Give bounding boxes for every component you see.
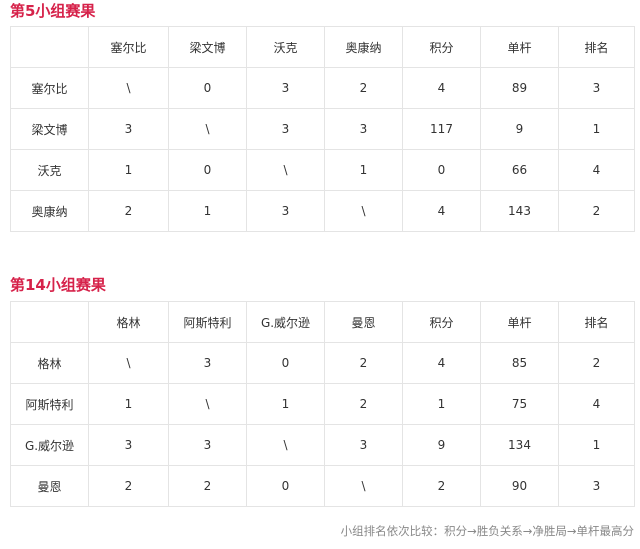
table-cell: 1: [324, 149, 403, 191]
table-cell: 3: [324, 108, 403, 150]
header-cell: 积分: [402, 26, 481, 68]
table-cell: 89: [480, 67, 559, 109]
table-row: 格林 \ 3 0 2 4 85 2: [10, 342, 635, 384]
header-cell: 单杆: [480, 301, 559, 343]
table-header-row: 格林 阿斯特利 G.威尔逊 曼恩 积分 单杆 排名: [10, 301, 635, 343]
table-cell: 0: [246, 465, 325, 507]
table-cell: 3: [168, 342, 247, 384]
table-cell: 90: [480, 465, 559, 507]
table-cell: 4: [402, 67, 481, 109]
header-cell: 排名: [558, 26, 635, 68]
table-cell: 3: [246, 67, 325, 109]
group-5-table: 塞尔比 梁文博 沃克 奥康纳 积分 单杆 排名 塞尔比 \ 0 3 2 4 89…: [10, 26, 635, 232]
table-cell: \: [246, 424, 325, 466]
table-cell: 4: [402, 190, 481, 232]
table-cell: 143: [480, 190, 559, 232]
table-cell: 9: [402, 424, 481, 466]
header-cell: [10, 26, 89, 68]
table-row: 梁文博 3 \ 3 3 117 9 1: [10, 108, 635, 150]
table-cell: 85: [480, 342, 559, 384]
table-cell: 1: [402, 383, 481, 425]
group-5-title: 第5小组赛果: [10, 2, 96, 20]
table-cell: 2: [324, 383, 403, 425]
header-cell: 排名: [558, 301, 635, 343]
header-cell: 曼恩: [324, 301, 403, 343]
player-name-cell: 沃克: [10, 149, 89, 191]
table-cell: 1: [246, 383, 325, 425]
table-row: 曼恩 2 2 0 \ 2 90 3: [10, 465, 635, 507]
table-cell: 2: [558, 342, 635, 384]
table-cell: 4: [558, 383, 635, 425]
table-cell: \: [168, 108, 247, 150]
table-cell: 2: [402, 465, 481, 507]
table-cell: 4: [402, 342, 481, 384]
table-cell: 0: [402, 149, 481, 191]
table-cell: 2: [168, 465, 247, 507]
player-name-cell: 曼恩: [10, 465, 89, 507]
player-name-cell: 格林: [10, 342, 89, 384]
table-cell: 9: [480, 108, 559, 150]
table-cell: \: [246, 149, 325, 191]
table-cell: 3: [558, 67, 635, 109]
player-name-cell: 塞尔比: [10, 67, 89, 109]
table-cell: 3: [324, 424, 403, 466]
table-cell: 2: [558, 190, 635, 232]
table-cell: 0: [168, 67, 247, 109]
group-14-title: 第14小组赛果: [10, 276, 106, 294]
table-cell: \: [168, 383, 247, 425]
table-cell: 1: [168, 190, 247, 232]
table-cell: 2: [324, 67, 403, 109]
player-name-cell: 梁文博: [10, 108, 89, 150]
table-cell: 1: [558, 108, 635, 150]
table-cell: 3: [558, 465, 635, 507]
table-cell: \: [324, 465, 403, 507]
header-cell: [10, 301, 89, 343]
table-cell: 3: [246, 108, 325, 150]
table-cell: \: [324, 190, 403, 232]
table-cell: 0: [246, 342, 325, 384]
ranking-footnote: 小组排名依次比较：积分→胜负关系→净胜局→单杆最高分: [340, 524, 634, 538]
table-cell: \: [88, 342, 169, 384]
table-cell: 66: [480, 149, 559, 191]
header-cell: 沃克: [246, 26, 325, 68]
table-cell: 1: [88, 149, 169, 191]
table-cell: 3: [168, 424, 247, 466]
header-cell: 积分: [402, 301, 481, 343]
table-cell: 0: [168, 149, 247, 191]
table-row: 阿斯特利 1 \ 1 2 1 75 4: [10, 383, 635, 425]
table-cell: 1: [88, 383, 169, 425]
table-cell: 2: [324, 342, 403, 384]
table-row: 沃克 1 0 \ 1 0 66 4: [10, 149, 635, 191]
header-cell: 梁文博: [168, 26, 247, 68]
results-page: 第5小组赛果 塞尔比 梁文博 沃克 奥康纳 积分 单杆 排名 塞尔比 \ 0 3…: [0, 0, 640, 549]
player-name-cell: 奥康纳: [10, 190, 89, 232]
table-cell: 2: [88, 190, 169, 232]
table-cell: \: [88, 67, 169, 109]
header-cell: 塞尔比: [88, 26, 169, 68]
player-name-cell: 阿斯特利: [10, 383, 89, 425]
header-cell: 格林: [88, 301, 169, 343]
header-cell: 阿斯特利: [168, 301, 247, 343]
table-cell: 3: [88, 108, 169, 150]
table-row: G.威尔逊 3 3 \ 3 9 134 1: [10, 424, 635, 466]
table-cell: 117: [402, 108, 481, 150]
table-cell: 75: [480, 383, 559, 425]
table-cell: 3: [88, 424, 169, 466]
table-row: 奥康纳 2 1 3 \ 4 143 2: [10, 190, 635, 232]
table-row: 塞尔比 \ 0 3 2 4 89 3: [10, 67, 635, 109]
header-cell: 单杆: [480, 26, 559, 68]
table-cell: 1: [558, 424, 635, 466]
table-cell: 4: [558, 149, 635, 191]
table-cell: 3: [246, 190, 325, 232]
table-header-row: 塞尔比 梁文博 沃克 奥康纳 积分 单杆 排名: [10, 26, 635, 68]
table-cell: 2: [88, 465, 169, 507]
table-cell: 134: [480, 424, 559, 466]
player-name-cell: G.威尔逊: [10, 424, 89, 466]
header-cell: 奥康纳: [324, 26, 403, 68]
group-14-table: 格林 阿斯特利 G.威尔逊 曼恩 积分 单杆 排名 格林 \ 3 0 2 4 8…: [10, 301, 635, 507]
header-cell: G.威尔逊: [246, 301, 325, 343]
